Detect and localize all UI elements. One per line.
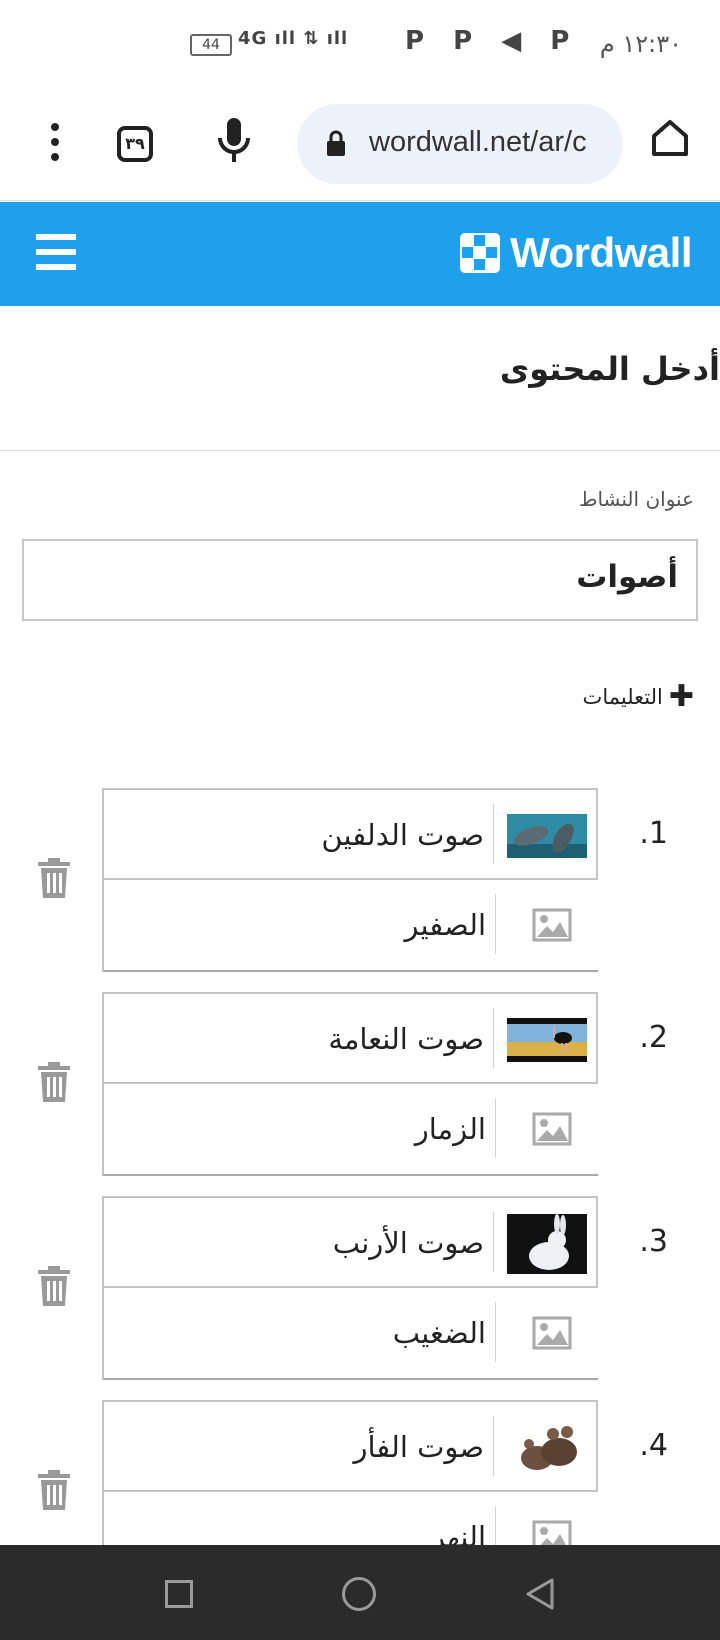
url-text: wordwall.net/ar/c <box>369 126 587 158</box>
signal-icon: 4G ıll ⇅ ıll <box>238 28 349 49</box>
separator <box>495 1302 496 1362</box>
notification-icons: P P ◀ P <box>405 26 580 56</box>
wordwall-logo[interactable]: Wordwall <box>460 228 692 278</box>
prompt-field[interactable]: صوت النعامة <box>102 992 598 1084</box>
site-header: Wordwall <box>0 202 720 306</box>
lock-icon <box>327 130 345 156</box>
separator <box>495 1098 496 1158</box>
prompt-field[interactable]: صوت الدلفين <box>102 788 598 880</box>
dolphin-image[interactable] <box>507 814 587 858</box>
list-item: .1 صوت الدلفين الصفير <box>0 788 720 982</box>
address-bar[interactable]: wordwall.net/ar/c <box>297 104 623 184</box>
trash-icon[interactable] <box>38 858 70 898</box>
recent-apps-icon[interactable] <box>165 1580 193 1608</box>
image-placeholder-icon[interactable] <box>532 1316 572 1350</box>
status-time: ١٢:٣٠ م <box>599 30 682 58</box>
answer-field[interactable]: الزمار <box>102 1084 598 1176</box>
answer-text: الصفير <box>404 908 486 942</box>
rabbit-image[interactable] <box>507 1214 587 1274</box>
answer-text: الضغيب <box>392 1316 486 1350</box>
prompt-text: صوت النعامة <box>328 1022 484 1056</box>
browser-toolbar: wordwall.net/ar/c ٣٩ <box>0 90 720 201</box>
answer-text: الزمار <box>414 1112 486 1146</box>
trash-icon[interactable] <box>38 1266 70 1306</box>
item-number: .1 <box>639 816 668 851</box>
prompt-field[interactable]: صوت الأرنب <box>102 1196 598 1288</box>
logo-text: Wordwall <box>510 229 692 276</box>
trash-icon[interactable] <box>38 1062 70 1102</box>
mice-image[interactable] <box>507 1416 587 1480</box>
divider <box>0 450 720 451</box>
trash-icon[interactable] <box>38 1470 70 1510</box>
item-number: .4 <box>639 1428 668 1463</box>
prompt-text: صوت الدلفين <box>321 818 484 852</box>
item-number: .3 <box>639 1224 668 1259</box>
more-menu-icon[interactable] <box>48 122 62 162</box>
battery-icon: 44 <box>190 34 232 56</box>
item-number: .2 <box>639 1020 668 1055</box>
separator <box>493 1008 494 1068</box>
activity-title-value: أصوات <box>576 559 678 595</box>
home-icon[interactable] <box>648 116 692 160</box>
plus-icon: ✚ <box>668 679 694 714</box>
prompt-text: صوت الأرنب <box>332 1226 484 1260</box>
activity-title-input[interactable]: أصوات <box>22 539 698 621</box>
prompt-field[interactable]: صوت الفأر <box>102 1400 598 1492</box>
system-nav-bar <box>0 1545 720 1640</box>
image-placeholder-icon[interactable] <box>532 1112 572 1146</box>
logo-grid-icon <box>460 233 501 273</box>
separator <box>493 804 494 864</box>
status-bar: ١٢:٣٠ م P P ◀ P 44 4G ıll ⇅ ıll <box>0 0 720 90</box>
list-item: .2 صوت النعامة الزمار <box>0 992 720 1186</box>
page-title: أدخل المحتوى <box>499 350 720 388</box>
microphone-icon[interactable] <box>214 116 254 166</box>
image-placeholder-icon[interactable] <box>532 908 572 942</box>
list-item: .3 صوت الأرنب الضغيب <box>0 1196 720 1390</box>
back-icon[interactable] <box>524 1577 556 1611</box>
add-instructions-button[interactable]: ✚ التعليمات <box>582 679 694 714</box>
prompt-text: صوت الفأر <box>353 1430 484 1464</box>
activity-title-label: عنوان النشاط <box>578 487 694 511</box>
separator <box>495 894 496 954</box>
tab-switcher-button[interactable]: ٣٩ <box>117 126 153 162</box>
instructions-label: التعليمات <box>582 685 663 709</box>
home-nav-icon[interactable] <box>342 1577 376 1611</box>
hamburger-menu-icon[interactable] <box>36 232 76 272</box>
ostrich-image[interactable] <box>507 1018 587 1062</box>
separator <box>493 1416 494 1476</box>
answer-field[interactable]: الصفير <box>102 880 598 972</box>
answer-field[interactable]: الضغيب <box>102 1288 598 1380</box>
separator <box>493 1212 494 1272</box>
